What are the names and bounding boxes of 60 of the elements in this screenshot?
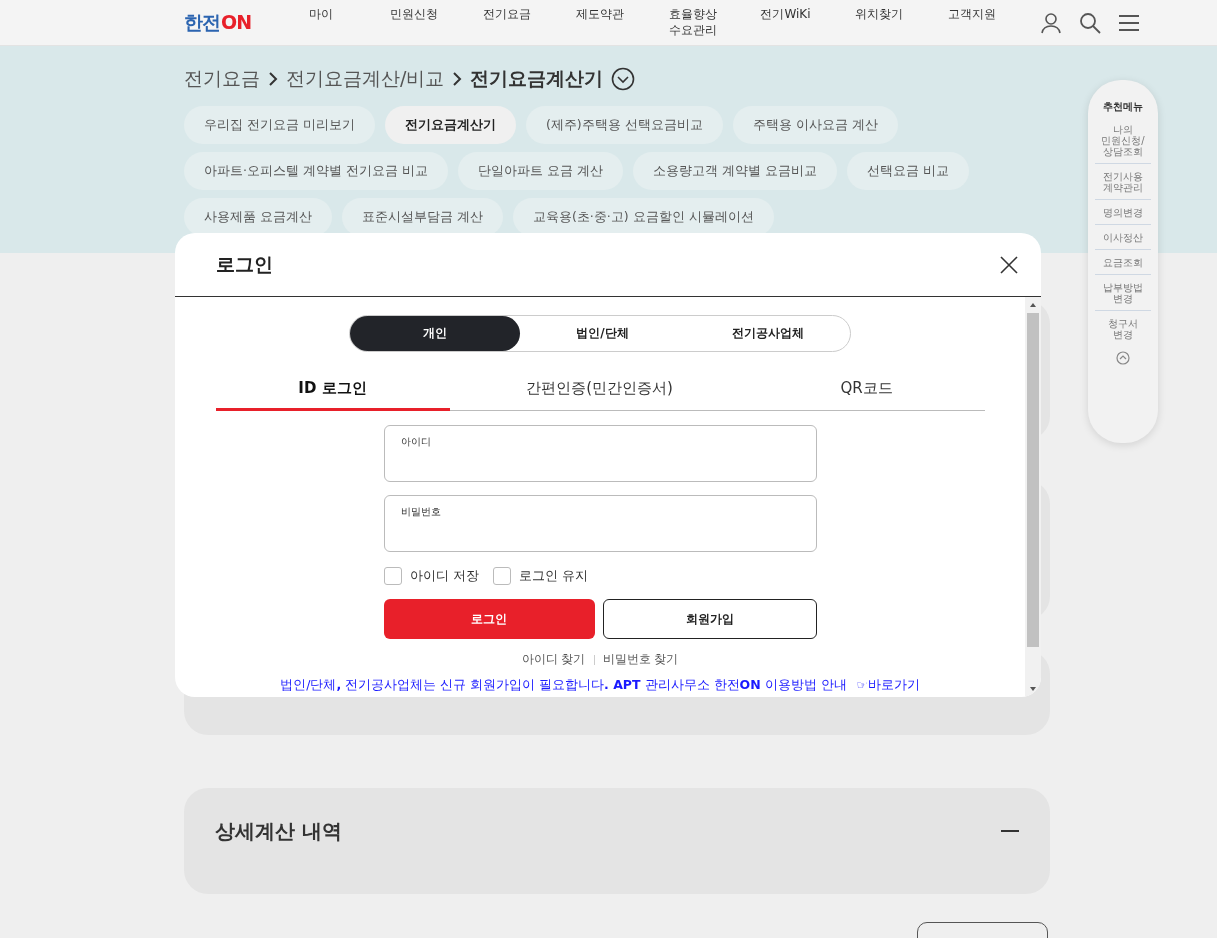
category-chip[interactable]: 아파트·오피스텔 계약별 전기요금 비교	[184, 152, 448, 190]
side-menu-item[interactable]: 전기사용 계약관리	[1095, 169, 1151, 200]
checkbox-label: 로그인 유지	[518, 567, 588, 585]
category-chip[interactable]: 선택요금 비교	[846, 152, 969, 190]
text-link[interactable]: 아이디 찾기	[521, 652, 586, 667]
nav-link[interactable]: 마이	[274, 6, 367, 39]
login-tab[interactable]: 간편인증(민간인증서)	[449, 369, 750, 411]
breadcrumb-item[interactable]: 전기요금계산/비교	[286, 66, 445, 92]
checkbox[interactable]	[383, 567, 402, 585]
category-chip[interactable]: (제주)주택용 선택요금비교	[525, 106, 723, 144]
segment-tab[interactable]: 개인	[350, 316, 520, 351]
logo[interactable]: 한전ON	[184, 9, 264, 36]
category-chip[interactable]: 우리집 전기요금 미리보기	[184, 106, 375, 144]
category-chip[interactable]: 전기요금계산기	[384, 106, 516, 144]
side-menu-item[interactable]: 명의변경	[1095, 205, 1151, 225]
login-tab[interactable]: ID 로그인	[215, 369, 450, 411]
login-tab[interactable]: QR코드	[749, 369, 984, 411]
checkbox-label: 아이디 저장	[409, 567, 479, 585]
scrollbar[interactable]	[1025, 297, 1041, 697]
chevron-up-circle-icon[interactable]	[1116, 351, 1130, 365]
login-button[interactable]: 로그인	[383, 599, 595, 639]
segment-tab[interactable]: 법인/단체	[520, 316, 685, 351]
category-chip[interactable]: 표준시설부담금 계산	[342, 198, 503, 236]
nav-link[interactable]: 위치찾기	[832, 6, 925, 39]
category-chip[interactable]: 교육용(초·중·고) 요금할인 시뮬레이션	[512, 198, 774, 236]
nav-link[interactable]: 민원신청	[367, 6, 460, 39]
section-title: 상세계산 내역	[215, 817, 342, 845]
signup-button[interactable]: 회원가입	[603, 599, 817, 639]
user-icon[interactable]	[1040, 11, 1062, 34]
chevron-right-icon	[268, 72, 278, 86]
category-chip[interactable]: 사용제품 요금계산	[184, 198, 332, 236]
side-menu-item[interactable]: 청구서 변경	[1095, 316, 1151, 346]
category-chip[interactable]: 소용량고객 계약별 요금비교	[632, 152, 837, 190]
nav-link[interactable]: 전기WiKi	[739, 6, 832, 39]
checkbox[interactable]	[492, 567, 511, 585]
category-chip[interactable]: 주택용 이사요금 계산	[732, 106, 898, 144]
side-menu-title: 추천메뉴	[1103, 100, 1143, 114]
dialog-title: 로그인	[216, 251, 273, 277]
nav-link[interactable]: 효율향상 수요관리	[646, 6, 739, 39]
menu-icon[interactable]	[1118, 12, 1140, 33]
side-menu-item[interactable]: 납부방법 변경	[1095, 280, 1151, 311]
chevron-right-icon	[452, 72, 463, 86]
nav-link[interactable]: 제도약관	[553, 6, 646, 39]
breadcrumb-item[interactable]: 전기요금계산기	[470, 66, 604, 92]
category-chip[interactable]: 단일아파트 요금 계산	[457, 152, 623, 190]
notice-link[interactable]: ☞바로가기	[856, 677, 920, 692]
chevron-down-circle-icon[interactable]	[611, 67, 636, 91]
segment-tab[interactable]: 전기공사업체	[685, 316, 850, 351]
input-field[interactable]: 아이디	[383, 425, 817, 482]
text-link[interactable]: 비밀번호 찾기	[602, 652, 679, 667]
search-icon[interactable]	[1079, 11, 1101, 34]
input-field[interactable]: 비밀번호	[383, 495, 817, 552]
side-menu-item[interactable]: 나의 민원신청/ 상담조회	[1095, 122, 1151, 164]
notice-text: 법인/단체, 전기공사업체는 신규 회원가입이 필요합니다. APT 관리사무소 한전ON 이용방법 안내	[280, 677, 847, 692]
breadcrumb-item[interactable]: 전기요금	[184, 66, 260, 92]
nav-link[interactable]: 고객지원	[925, 6, 1018, 39]
side-menu-item[interactable]: 요금조회	[1095, 255, 1151, 275]
side-menu-item[interactable]: 이사정산	[1095, 230, 1151, 250]
nav-link[interactable]: 전기요금	[460, 6, 553, 39]
close-icon[interactable]	[1000, 255, 1018, 274]
